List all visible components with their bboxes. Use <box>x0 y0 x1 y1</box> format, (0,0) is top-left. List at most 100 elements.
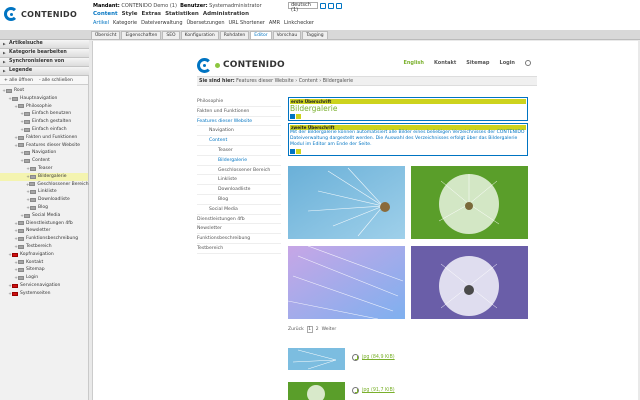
tree-item[interactable]: + Funktionsbeschreibung <box>0 235 88 243</box>
language-select[interactable]: deutsch (1) <box>288 2 318 13</box>
side-nav-item[interactable]: Funktionsbeschreibung <box>197 234 281 244</box>
side-nav-item[interactable]: Features dieser Website <box>197 117 281 127</box>
tree-item[interactable]: + Fakten und Funktionen <box>0 134 88 142</box>
tab-uebersicht[interactable]: Übersicht <box>91 31 121 39</box>
tree-item[interactable]: + Servicenavigation <box>0 282 88 290</box>
gallery-image[interactable] <box>288 246 405 319</box>
pagination-page-1[interactable]: 1 <box>306 326 313 333</box>
menu-style[interactable]: Style <box>122 11 138 17</box>
download-link-2[interactable]: jpg (91,7 KiB) <box>352 387 395 394</box>
pagination-page-2[interactable]: 2 <box>316 327 319 332</box>
gallery-thumbnail[interactable] <box>288 348 345 370</box>
site-nav-kontakt[interactable]: Kontakt <box>434 60 456 66</box>
side-nav-item[interactable]: Newsletter <box>197 224 281 235</box>
tab-rohdaten[interactable]: Rohdaten <box>219 31 250 39</box>
download-1-label[interactable]: jpg (84,9 KiB) <box>362 355 395 360</box>
side-nav-item[interactable]: Geschlossener Bereich <box>197 166 281 176</box>
tab-konfiguration[interactable]: Konfiguration <box>180 31 219 39</box>
help-icon[interactable] <box>336 2 342 9</box>
save-icon[interactable] <box>296 114 301 119</box>
download-link-1[interactable]: jpg (84,9 KiB) <box>352 354 395 361</box>
side-nav-item[interactable]: Linkliste <box>197 175 281 186</box>
site-nav-sitemap[interactable]: Sitemap <box>466 60 489 66</box>
tree-item[interactable]: + Root <box>0 87 88 95</box>
download-2-label[interactable]: jpg (91,7 KiB) <box>362 388 395 393</box>
tree-item[interactable]: + Kontakt <box>0 259 88 267</box>
side-nav-item[interactable]: Navigation <box>197 126 281 137</box>
panel-artikelsuche[interactable]: Artikelsuche <box>0 40 89 49</box>
submenu-artikel[interactable]: Artikel <box>93 20 109 26</box>
side-nav-item[interactable]: Fakten und Funktionen <box>197 107 281 117</box>
side-nav-item[interactable]: Downloadliste <box>197 185 281 195</box>
menu-content[interactable]: Content <box>93 11 118 17</box>
tab-eigenschaften[interactable]: Eigenschaften <box>121 31 162 39</box>
contenido-logo[interactable]: CONTENIDO <box>4 4 82 24</box>
tree-item[interactable]: + Einfach einfach <box>0 126 88 134</box>
expand-all-link[interactable]: + alle öffnen <box>4 78 33 83</box>
submenu-uebersetzungen[interactable]: Übersetzungen <box>187 20 225 26</box>
side-nav-item[interactable]: Teaser <box>197 146 281 156</box>
tab-seo[interactable]: SEO <box>162 31 180 39</box>
pagination-next[interactable]: Weiter <box>322 327 337 332</box>
tree-item[interactable]: + Philosophie <box>0 103 88 111</box>
tree-item[interactable]: + Einfach benutzen <box>0 110 88 118</box>
tree-item[interactable]: + Downloadliste <box>0 196 88 204</box>
intro-paragraph[interactable]: Mit der Bildergalerie können automatisie… <box>290 130 526 148</box>
edit-icon[interactable] <box>290 149 295 154</box>
tree-item[interactable]: + Features dieser Website <box>0 142 88 150</box>
logout-icon[interactable] <box>328 2 334 9</box>
gallery-image[interactable] <box>411 246 528 319</box>
panel-kategorie-bearbeiten[interactable]: Kategorie bearbeiten <box>0 49 89 58</box>
side-nav-item[interactable]: Bildergalerie <box>197 156 281 166</box>
headline-editor-2[interactable]: zweite Überschrift Mit der Bildergalerie… <box>288 123 528 156</box>
panel-legende[interactable]: Legende <box>0 67 89 76</box>
headline-editor-1[interactable]: erste Überschrift Bildergalerie <box>288 97 528 121</box>
edit-icon[interactable] <box>290 114 295 119</box>
site-nav-login[interactable]: Login <box>500 60 515 66</box>
tree-item[interactable]: + Dienstleistungen 4fb <box>0 220 88 228</box>
submenu-kategorie[interactable]: Kategorie <box>113 20 137 26</box>
tab-tagging[interactable]: Tagging <box>302 31 328 39</box>
tree-item[interactable]: + Teaser <box>0 165 88 173</box>
breadcrumb-path[interactable]: Features dieser Website › Content › Bild… <box>236 79 353 84</box>
side-nav-item[interactable]: Content <box>197 136 281 146</box>
tab-vorschau[interactable]: Vorschau <box>272 31 302 39</box>
gallery-image[interactable] <box>288 166 405 239</box>
panel-synchronisieren[interactable]: Synchronisieren von <box>0 58 89 67</box>
tree-item[interactable]: + Hauptnavigation <box>0 95 88 103</box>
tree-item[interactable]: + Sitemap <box>0 266 88 274</box>
gallery-image[interactable] <box>411 166 528 239</box>
tree-item[interactable]: + Blog <box>0 204 88 212</box>
tree-item[interactable]: + Bildergalerie <box>0 172 88 181</box>
submenu-linkchecker[interactable]: Linkchecker <box>284 20 314 26</box>
tree-item[interactable]: + Login <box>0 274 88 282</box>
menu-administration[interactable]: Administration <box>203 11 249 17</box>
tab-editor[interactable]: Editor <box>250 31 272 39</box>
menu-statistiken[interactable]: Statistiken <box>165 11 199 17</box>
side-nav-item[interactable]: Testbereich <box>197 244 281 254</box>
submenu-url-shortener[interactable]: URL Shortener <box>229 20 265 26</box>
tree-item[interactable]: + Content <box>0 157 88 165</box>
save-icon[interactable] <box>296 149 301 154</box>
tree-item[interactable]: + Kopfnavigation <box>0 251 88 259</box>
side-nav-item[interactable]: Dienstleistungen 4fb <box>197 215 281 225</box>
side-nav-item[interactable]: Blog <box>197 195 281 205</box>
tree-item[interactable]: + Linkliste <box>0 188 88 196</box>
submenu-amr[interactable]: AMR <box>269 20 280 26</box>
tree-item[interactable]: + Navigation <box>0 149 88 157</box>
site-nav-english[interactable]: English <box>403 60 424 66</box>
tree-item[interactable]: + Systemseiten <box>0 290 88 298</box>
submenu-dateiverwaltung[interactable]: Dateiverwaltung <box>141 20 182 26</box>
tree-item[interactable]: + Newsletter <box>0 227 88 235</box>
headline-1-text[interactable]: Bildergalerie <box>290 104 526 113</box>
gallery-thumbnail[interactable] <box>288 382 345 400</box>
tree-item[interactable]: + Social Media <box>0 212 88 220</box>
menu-extras[interactable]: Extras <box>141 11 161 17</box>
side-nav-item[interactable]: Social Media <box>197 205 281 215</box>
info-icon[interactable] <box>320 2 326 9</box>
tree-item[interactable]: + Einfach gestalten <box>0 118 88 126</box>
tree-item[interactable]: + Geschlossener Bereich <box>0 181 89 189</box>
side-nav-item[interactable]: Philosophie <box>197 97 281 107</box>
search-icon[interactable] <box>525 60 531 66</box>
site-logo[interactable]: CONTENIDO <box>197 55 287 75</box>
